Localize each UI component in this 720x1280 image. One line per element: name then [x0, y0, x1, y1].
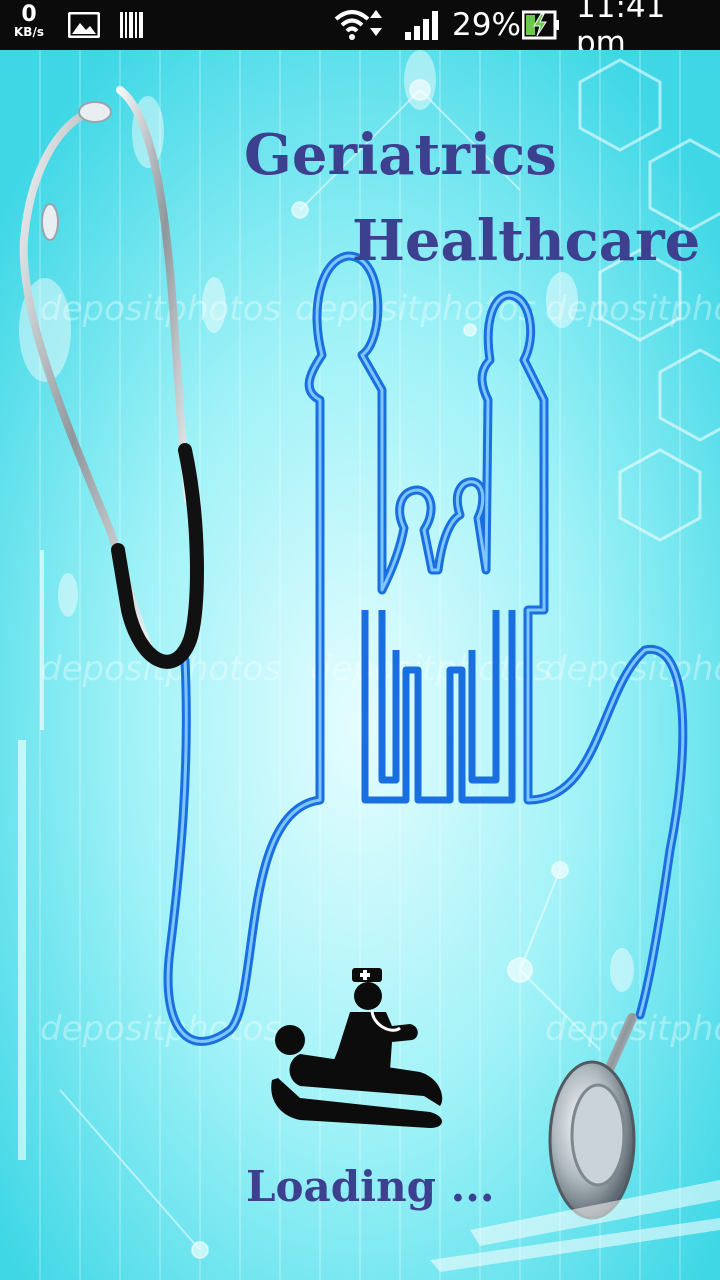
loading-text: Loading ... — [246, 1162, 495, 1211]
app-title-line-1: Geriatrics — [244, 122, 557, 188]
battery-percent: 29% — [452, 7, 521, 43]
clock: 11:41 pm — [576, 0, 666, 61]
stethoscope-chestpiece-icon — [548, 1013, 637, 1220]
barcode-notification-icon — [118, 0, 146, 50]
app-title-line-2: Healthcare — [352, 208, 701, 274]
battery-charging-icon — [522, 0, 560, 50]
status-bar: 0 KB/s 29% 11:41 pm — [0, 0, 720, 61]
splash-screen: depositphotos depositphotos depositphoto… — [0, 50, 720, 1280]
network-speed-value: 0 — [21, 2, 37, 27]
network-speed: 0 KB/s — [14, 4, 44, 54]
gallery-notification-icon — [68, 0, 100, 50]
stethoscope-earpiece-icon — [19, 106, 154, 654]
network-speed-unit: KB/s — [14, 25, 44, 39]
signal-strength-icon — [404, 0, 440, 50]
wifi-icon — [334, 0, 386, 50]
doctor-patient-icon — [271, 968, 443, 1128]
